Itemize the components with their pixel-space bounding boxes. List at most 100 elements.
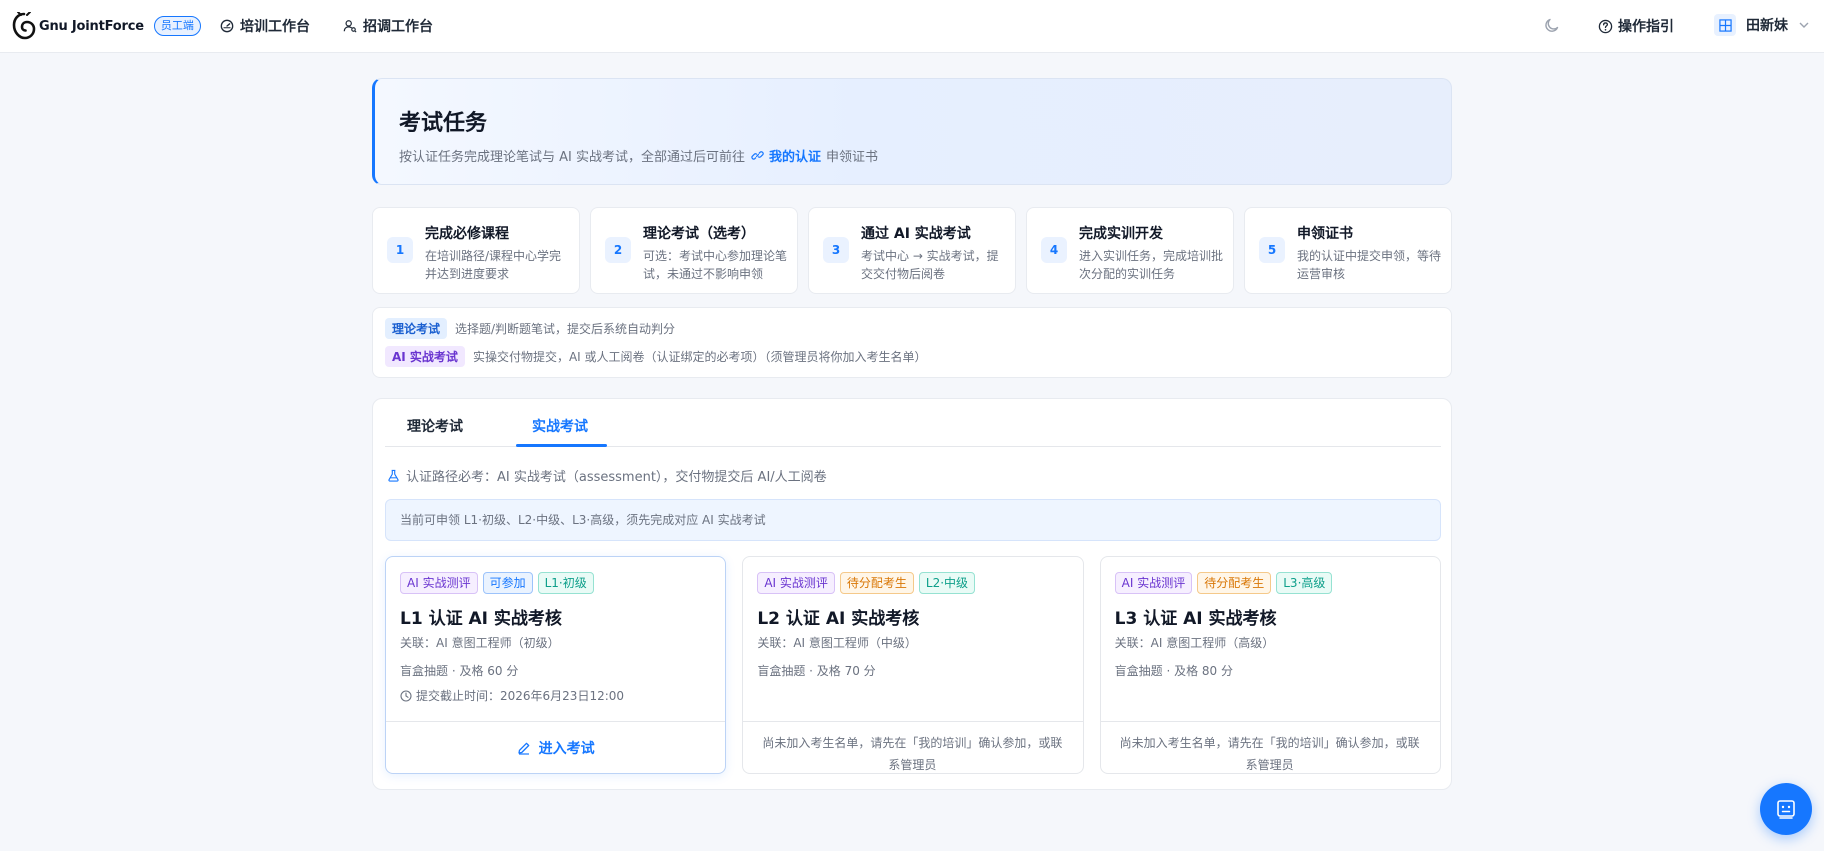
user-avatar: [1714, 14, 1736, 36]
nav-training-workbench[interactable]: 培训工作台: [220, 16, 310, 36]
card-footer: 进入考试: [386, 721, 726, 774]
dashboard-icon: [220, 19, 234, 33]
step-title: 通过 AI 实战考试: [861, 226, 971, 242]
nav-recruit-label: 招调工作台: [363, 19, 433, 35]
step-title: 申领证书: [1297, 226, 1353, 242]
card-footer: 尚未加入考生名单，请先在「我的培训」确认参加，或联系管理员: [743, 721, 1083, 773]
card-chips: AI 实战测评 待分配考生 L3·高级: [1114, 572, 1333, 594]
card-footer: 尚未加入考生名单，请先在「我的培训」确认参加，或联系管理员: [1100, 721, 1440, 773]
eligibility-notice: 当前可申领 L1·初级、L2·中级、L3·高级，须先完成对应 AI 实战考试: [385, 499, 1441, 541]
chip-ai-assessment: AI 实战测评: [757, 572, 835, 594]
card-deadline: 提交截止时间：2026年6月23日12:00: [400, 687, 624, 704]
exam-card-l3: AI 实战测评 待分配考生 L3·高级 L3 认证 AI 实战考核 关联：AI …: [1099, 556, 1441, 774]
top-nav-bar: Gnu JointForce 员工端 培训工作台 招调工作台 操作指引 田新妹: [0, 0, 1824, 53]
requirement-line: 认证路径必考：AI 实战考试（assessment），交付物提交后 AI/人工阅…: [387, 466, 827, 485]
requirement-text: 认证路径必考：AI 实战考试（assessment），交付物提交后 AI/人工阅…: [406, 470, 827, 485]
step-number: 2: [605, 237, 631, 263]
practice-exam-tag: AI 实战考试: [385, 346, 465, 367]
certification-steps: 1 完成必修课程 在培训路径/课程中心学完并达到进度要求 2 理论考试（选考） …: [372, 207, 1452, 294]
card-related: 关联：AI 意图工程师（高级）: [1114, 636, 1275, 650]
brand-logo[interactable]: Gnu JointForce 员工端: [12, 12, 201, 40]
step-description: 进入实训任务，完成培训批次分配的实训任务: [1079, 249, 1224, 281]
tab-practice-exam[interactable]: 实战考试: [532, 416, 588, 436]
brand-name: Gnu JointForce: [39, 18, 144, 34]
theory-exam-desc: 选择题/判断题笔试，提交后系统自动判分: [455, 322, 676, 336]
enter-exam-label: 进入考试: [538, 741, 595, 757]
not-enrolled-message: 尚未加入考生名单，请先在「我的培训」确认参加，或联系管理员: [1119, 736, 1420, 772]
card-chips: AI 实战测评 可参加 L1·初级: [400, 572, 594, 594]
practice-exam-desc: 实操交付物提交，AI 或人工阅卷（认证绑定的必考项）（须管理员将你加入考生名单）: [472, 350, 927, 364]
chip-ai-assessment: AI 实战测评: [400, 572, 478, 594]
link-icon: [751, 151, 764, 160]
step-description: 我的认证中提交申领，等待运营审核: [1297, 249, 1442, 281]
help-circle-icon: [1598, 19, 1613, 33]
tab-theory-exam[interactable]: 理论考试: [407, 416, 463, 436]
card-chips: AI 实战测评 待分配考生 L2·中级: [757, 572, 976, 594]
card-rule: 盲盒抽题 · 及格 60 分: [400, 664, 519, 678]
not-enrolled-message: 尚未加入考生名单，请先在「我的培训」确认参加，或联系管理员: [762, 736, 1063, 772]
step-title: 完成实训开发: [1079, 226, 1163, 242]
card-rule: 盲盒抽题 · 及格 80 分: [1114, 664, 1233, 678]
user-search-icon: [343, 20, 357, 33]
step-description: 考试中心 → 实战考试，提交交付物后阅卷: [861, 249, 999, 281]
exam-panel: 理论考试 实战考试 认证路径必考：AI 实战考试（assessment），交付物…: [372, 398, 1452, 790]
step-card: 1 完成必修课程 在培训路径/课程中心学完并达到进度要求: [372, 207, 580, 294]
card-title: L3 认证 AI 实战考核: [1114, 609, 1277, 629]
step-number: 1: [387, 237, 413, 263]
clock-icon: [400, 689, 412, 702]
step-number: 5: [1259, 237, 1285, 263]
legend-practice: AI 实战考试 实操交付物提交，AI 或人工阅卷（认证绑定的必考项）（须管理员将…: [385, 346, 927, 367]
subtitle-suffix: 申领证书: [826, 150, 879, 165]
step-number: 4: [1041, 237, 1067, 263]
active-tab-indicator: [516, 444, 607, 447]
chip-level: L3·高级: [1276, 572, 1333, 594]
legend-theory: 理论考试 选择题/判断题笔试，提交后系统自动判分: [385, 318, 675, 339]
step-title: 理论考试（选考）: [643, 226, 755, 242]
step-card: 5 申领证书 我的认证中提交申领，等待运营审核: [1244, 207, 1452, 294]
user-name: 田新妹: [1746, 18, 1788, 34]
flask-icon: [388, 469, 399, 482]
grid-icon: [1718, 18, 1732, 32]
role-badge: 员工端: [153, 16, 201, 36]
theory-exam-tag: 理论考试: [385, 318, 448, 339]
operation-guide-label: 操作指引: [1618, 19, 1674, 35]
exam-card-l1: AI 实战测评 可参加 L1·初级 L1 认证 AI 实战考核 关联：AI 意图…: [385, 556, 727, 774]
chip-status-pending: 待分配考生: [1197, 572, 1272, 594]
card-rule: 盲盒抽题 · 及格 70 分: [757, 664, 876, 678]
theme-toggle-moon-icon[interactable]: [1544, 17, 1560, 33]
card-deadline-text: 提交截止时间：2026年6月23日12:00: [416, 689, 625, 703]
card-title: L2 认证 AI 实战考核: [757, 609, 920, 629]
card-related: 关联：AI 意图工程师（初级）: [400, 636, 560, 650]
chip-ai-assessment: AI 实战测评: [1114, 572, 1193, 594]
step-description: 在培训路径/课程中心学完并达到进度要求: [425, 249, 562, 281]
page-title: 考试任务: [399, 111, 488, 136]
user-menu[interactable]: 田新妹: [1714, 14, 1810, 36]
chip-level: L2·中级: [918, 572, 976, 594]
exam-card-list: AI 实战测评 可参加 L1·初级 L1 认证 AI 实战考核 关联：AI 意图…: [385, 556, 1441, 774]
exam-card-l2: AI 实战测评 待分配考生 L2·中级 L2 认证 AI 实战考核 关联：AI …: [742, 556, 1084, 774]
exam-tabs: 理论考试 实战考试: [385, 399, 1441, 447]
subtitle-prefix: 按认证任务完成理论笔试与 AI 实战考试，全部通过后可前往: [399, 150, 745, 165]
step-title: 完成必修课程: [425, 226, 509, 242]
nav-training-label: 培训工作台: [240, 19, 310, 35]
gnu-logo-icon: [12, 12, 36, 40]
exam-tasks-header: 考试任务 按认证任务完成理论笔试与 AI 实战考试，全部通过后可前往 我的认证 …: [372, 78, 1452, 185]
assistant-fab-button[interactable]: [1760, 783, 1812, 835]
operation-guide-link[interactable]: 操作指引: [1598, 16, 1674, 36]
exam-type-legend: 理论考试 选择题/判断题笔试，提交后系统自动判分 AI 实战考试 实操交付物提交…: [372, 307, 1452, 378]
step-card: 3 通过 AI 实战考试 考试中心 → 实战考试，提交交付物后阅卷: [808, 207, 1016, 294]
chip-status-pending: 待分配考生: [839, 572, 914, 594]
step-card: 2 理论考试（选考） 可选：考试中心参加理论笔试，未通过不影响申领: [590, 207, 798, 294]
edit-icon: [518, 742, 530, 755]
nav-recruit-workbench[interactable]: 招调工作台: [343, 16, 433, 36]
chip-level: L1·初级: [537, 572, 594, 594]
my-certification-link[interactable]: 我的认证: [769, 146, 821, 165]
chevron-down-icon: [1799, 22, 1809, 28]
step-card: 4 完成实训开发 进入实训任务，完成培训批次分配的实训任务: [1026, 207, 1234, 294]
enter-exam-button[interactable]: 进入考试: [386, 722, 725, 774]
step-number: 3: [823, 237, 849, 263]
chip-status-available: 可参加: [482, 572, 533, 594]
step-description: 可选：考试中心参加理论笔试，未通过不影响申领: [643, 249, 788, 281]
robot-chat-icon: [1777, 800, 1795, 819]
card-related: 关联：AI 意图工程师（中级）: [757, 636, 917, 650]
